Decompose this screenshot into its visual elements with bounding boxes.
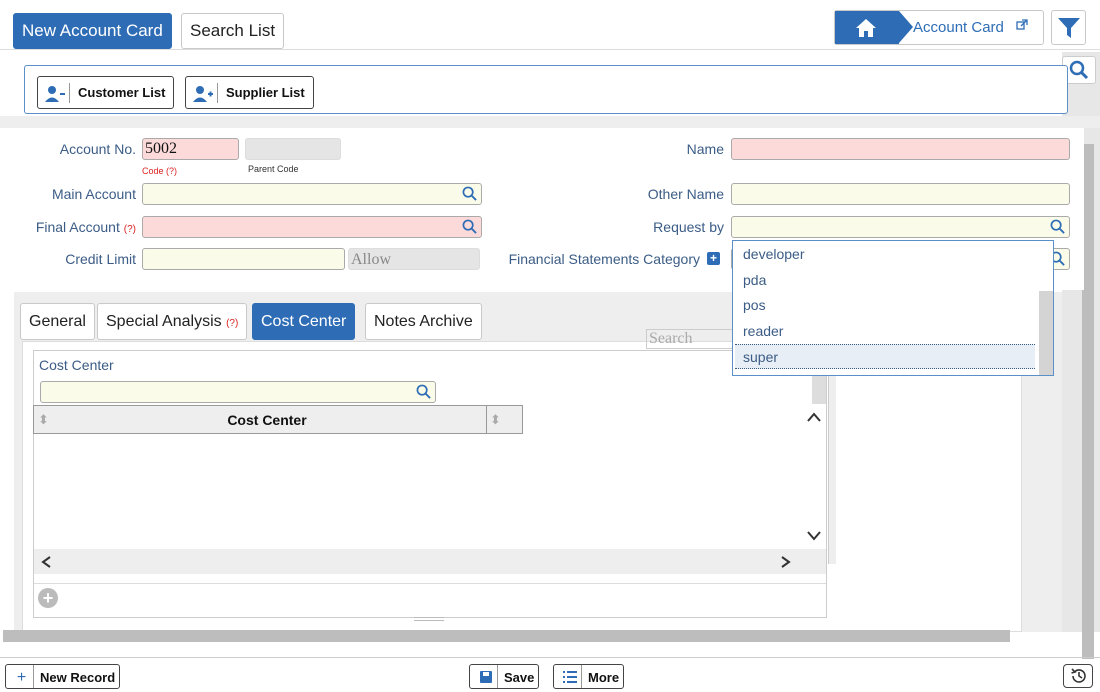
supplier-list-label: Supplier List: [226, 85, 305, 100]
customer-list-label: Customer List: [78, 85, 166, 100]
dropdown-scrollbar[interactable]: [1039, 241, 1053, 375]
dropdown-option-selected[interactable]: super: [743, 349, 778, 365]
tab-new-account-card[interactable]: New Account Card: [13, 13, 172, 49]
bottom-divider: [0, 657, 1100, 658]
search-icon: [1069, 60, 1089, 80]
grid-search-input[interactable]: Search: [646, 329, 736, 349]
sort-icon[interactable]: ⬍: [490, 412, 501, 428]
dropdown-option[interactable]: pda: [743, 272, 766, 288]
grid-side-strip: [828, 374, 836, 564]
scroll-left-icon[interactable]: [40, 555, 52, 569]
filter-icon: [1058, 18, 1080, 38]
resize-handle[interactable]: [414, 617, 444, 621]
save-label: Save: [504, 670, 535, 685]
external-link-icon[interactable]: [1016, 19, 1028, 31]
account-no-input[interactable]: 5002: [142, 138, 239, 160]
customer-list-button[interactable]: Customer List: [37, 76, 175, 109]
credit-limit-input[interactable]: [142, 248, 345, 270]
cost-center-search-input[interactable]: [40, 381, 436, 403]
tab-notes-archive[interactable]: Notes Archive: [365, 303, 482, 340]
account-no-label: Account No.: [59, 141, 136, 157]
new-record-label: New Record: [40, 670, 116, 685]
scroll-down-icon[interactable]: [806, 530, 822, 542]
user-plus-icon: [193, 86, 213, 102]
column-header-cost-center[interactable]: Cost Center: [34, 412, 500, 428]
financial-statements-label: Financial Statements Category: [508, 251, 700, 267]
new-record-button[interactable]: + New Record: [5, 664, 121, 689]
search-icon[interactable]: [416, 384, 431, 399]
request-by-input[interactable]: [731, 216, 1070, 238]
horizontal-scrollbar[interactable]: [34, 549, 826, 574]
plus-icon[interactable]: +: [707, 252, 720, 265]
search-icon[interactable]: [462, 186, 477, 201]
allow-field[interactable]: Allow: [348, 248, 480, 270]
credit-limit-label: Credit Limit: [65, 251, 136, 267]
grid-scroll-thumb[interactable]: [812, 374, 826, 404]
history-icon: [1071, 668, 1086, 683]
filter-button[interactable]: [1051, 10, 1086, 45]
code-hint: Code (?): [142, 166, 178, 176]
main-account-label: Main Account: [51, 186, 136, 202]
other-name-label: Other Name: [647, 186, 724, 202]
dropdown-option[interactable]: pos: [743, 297, 766, 313]
parent-code-input[interactable]: [245, 138, 341, 160]
parent-code-label: Parent Code: [248, 164, 299, 174]
history-button[interactable]: [1063, 664, 1093, 688]
scroll-right-icon[interactable]: [780, 555, 792, 569]
main-account-input[interactable]: [142, 183, 482, 205]
add-row-icon[interactable]: +: [38, 588, 58, 608]
save-icon: [474, 665, 498, 688]
column-divider: [486, 406, 487, 433]
home-icon: [856, 19, 876, 37]
tab-special-analysis[interactable]: Special Analysis (?): [97, 303, 248, 340]
search-icon[interactable]: [1050, 219, 1065, 234]
name-input[interactable]: [731, 138, 1070, 160]
section-separator: [0, 116, 1100, 128]
dropdown-option[interactable]: reader: [743, 323, 783, 339]
more-label: More: [588, 670, 620, 685]
top-divider: [0, 49, 1100, 50]
home-button[interactable]: [835, 11, 913, 44]
grid-header: ⬍ Cost Center ⬍: [33, 405, 523, 434]
cost-center-title: Cost Center: [39, 357, 114, 373]
page-horizontal-scrollbar[interactable]: [3, 630, 1010, 642]
tab-search-list[interactable]: Search List: [181, 13, 285, 49]
tab-general[interactable]: General: [20, 303, 95, 340]
breadcrumb-account-card[interactable]: Account Card: [913, 19, 1004, 36]
action-panel: Customer List Supplier List: [24, 65, 1068, 114]
save-button[interactable]: Save: [469, 664, 540, 689]
dropdown-option[interactable]: developer: [743, 246, 805, 262]
breadcrumb: Account Card: [834, 10, 1044, 45]
more-button[interactable]: More: [553, 664, 625, 689]
name-label: Name: [686, 141, 724, 157]
tab-cost-center[interactable]: Cost Center: [252, 303, 356, 340]
request-by-label: Request by: [653, 219, 724, 235]
final-account-input[interactable]: [142, 216, 482, 238]
dropdown-selected-highlight: [735, 344, 1035, 369]
plus-icon: +: [10, 665, 34, 688]
user-minus-icon: [45, 86, 65, 102]
list-icon: [558, 665, 582, 688]
scroll-up-icon[interactable]: [806, 411, 822, 423]
other-name-input[interactable]: [731, 183, 1070, 205]
request-by-dropdown: developer pda pos reader super: [732, 240, 1054, 376]
search-icon[interactable]: [462, 219, 477, 234]
grid-footer: +: [34, 583, 826, 615]
final-account-label: Final Account (?): [35, 219, 136, 235]
supplier-list-button[interactable]: Supplier List: [185, 76, 314, 109]
